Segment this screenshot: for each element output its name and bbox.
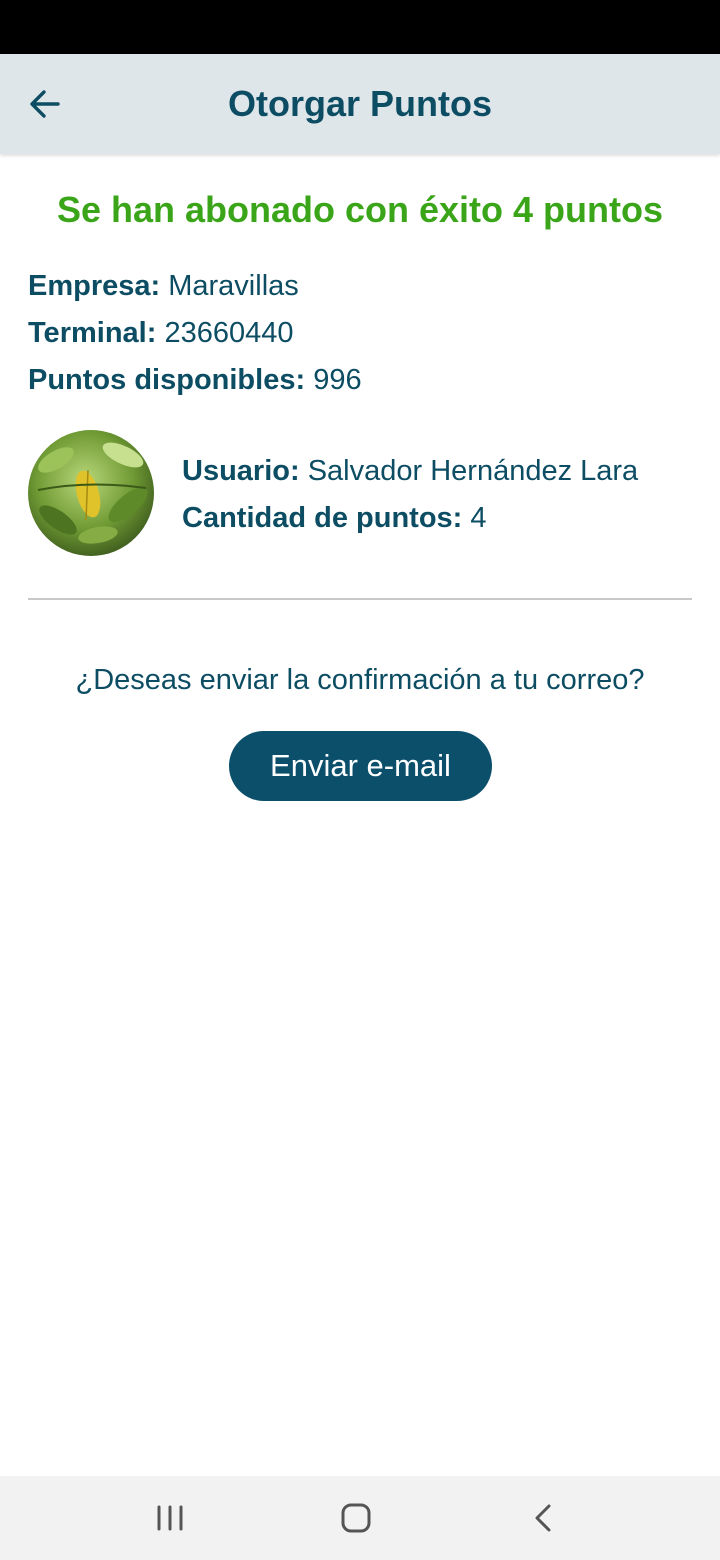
- puntos-disponibles-value: 996: [313, 364, 362, 396]
- empresa-value: Maravillas: [168, 270, 299, 302]
- success-message: Se han abonado con éxito 4 puntos: [56, 189, 664, 230]
- app-bar: Otorgar Puntos: [0, 54, 720, 154]
- recents-icon: [157, 1505, 183, 1531]
- back-chevron-icon: [535, 1504, 551, 1532]
- usuario-row: Usuario: Salvador Hernández Lara: [182, 453, 638, 489]
- home-icon: [341, 1503, 371, 1533]
- puntos-disponibles-label: Puntos disponibles:: [28, 364, 306, 396]
- system-back-button[interactable]: [514, 1496, 574, 1540]
- leaf-photo-avatar: [28, 430, 154, 556]
- empresa-label: Empresa:: [28, 270, 161, 302]
- email-question: ¿Deseas enviar la confirmación a tu corr…: [75, 664, 645, 696]
- empresa-row: Empresa: Maravillas: [28, 268, 299, 304]
- home-button[interactable]: [326, 1496, 386, 1540]
- terminal-label: Terminal:: [28, 317, 157, 349]
- puntos-disponibles-row: Puntos disponibles: 996: [28, 362, 362, 398]
- cantidad-label: Cantidad de puntos:: [182, 502, 463, 534]
- cantidad-row: Cantidad de puntos: 4: [182, 500, 487, 536]
- send-email-button[interactable]: Enviar e-mail: [229, 731, 492, 801]
- usuario-label: Usuario:: [182, 455, 300, 487]
- page-title: Otorgar Puntos: [227, 83, 492, 124]
- cantidad-value: 4: [470, 502, 487, 534]
- terminal-value: 23660440: [164, 317, 294, 349]
- terminal-row: Terminal: 23660440: [28, 315, 293, 351]
- usuario-value: Salvador Hernández Lara: [307, 455, 639, 487]
- system-nav-bar: [0, 1476, 720, 1560]
- divider: [28, 598, 692, 600]
- recents-button[interactable]: [140, 1496, 200, 1540]
- status-bar: [0, 0, 720, 54]
- avatar: [28, 430, 154, 556]
